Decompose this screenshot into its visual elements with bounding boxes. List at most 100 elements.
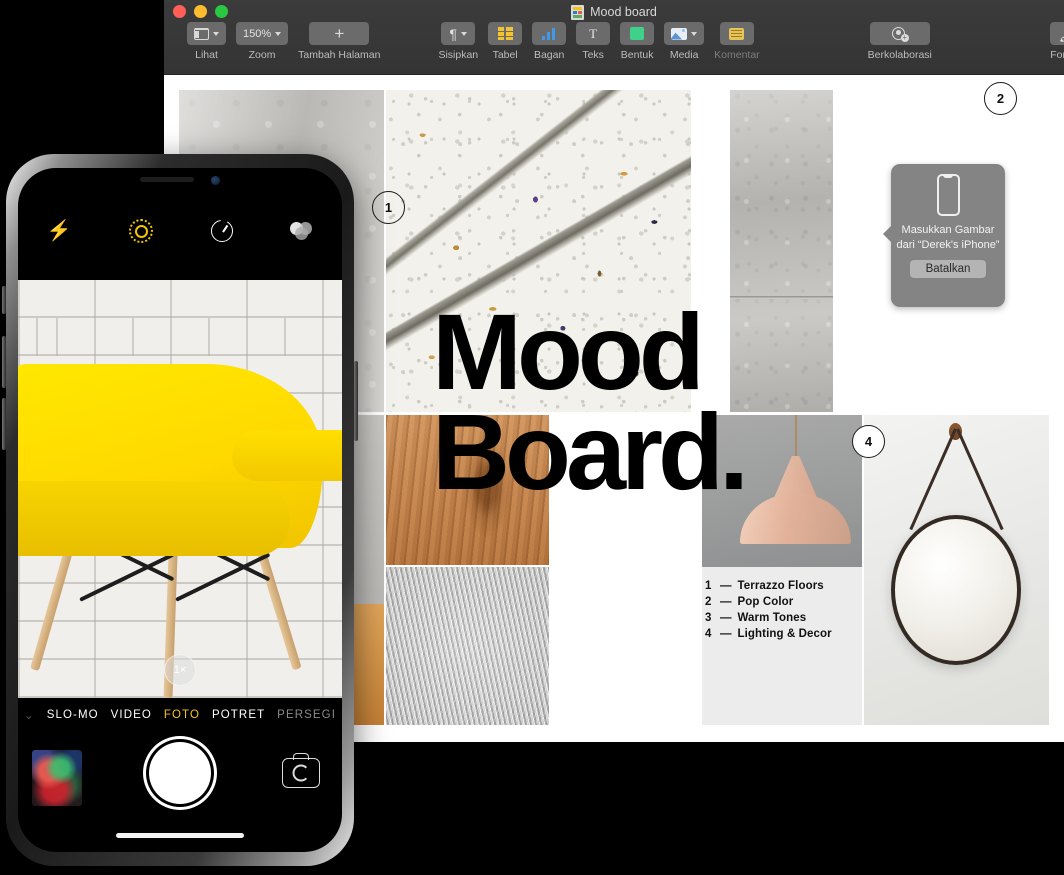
flash-icon[interactable]: ⚡ <box>47 221 72 241</box>
list-item: 4 — Lighting & Decor <box>705 628 865 640</box>
toolbar-item-chart[interactable]: Bagan <box>532 22 567 61</box>
iphone-screen[interactable]: ⚡ 1× ⌄ SLO-MO VIDEO FOTO POTRET PERSEGI <box>18 168 342 852</box>
yellow-chair-arm <box>231 430 342 481</box>
toolbar-item-view[interactable]: Lihat <box>187 22 226 61</box>
toolbar-label-view: Lihat <box>195 49 218 61</box>
chevron-down-icon <box>275 31 282 36</box>
earpiece-speaker <box>140 177 194 182</box>
toolbar-label-text: Teks <box>582 49 604 61</box>
toolbar-item-insert[interactable]: ¶ Sisipkan <box>438 22 478 61</box>
iphone-frame: ⚡ 1× ⌄ SLO-MO VIDEO FOTO POTRET PERSEGI <box>6 154 354 866</box>
legend-label: Lighting & Decor <box>737 628 832 640</box>
text-button[interactable]: T <box>576 22 611 45</box>
shape-button[interactable] <box>620 22 655 45</box>
camera-mode-video[interactable]: VIDEO <box>111 709 152 721</box>
toolbar-item-collaborate[interactable]: + Berkolaborasi <box>868 22 932 61</box>
list-item: 2 — Pop Color <box>705 596 865 608</box>
callout-4[interactable]: 4 <box>852 425 885 458</box>
table-icon <box>497 27 513 40</box>
toolbar-label-table: Tabel <box>492 49 518 61</box>
toolbar-label-zoom: Zoom <box>248 49 276 61</box>
toolbar-item-shape[interactable]: Bentuk <box>620 22 655 61</box>
list-item: 3 — Warm Tones <box>705 612 865 624</box>
toolbar-item-media[interactable]: Media <box>664 22 705 61</box>
lamp-dome <box>740 494 851 545</box>
media-icon <box>671 27 688 40</box>
mood-legend-list: 1 — Terrazzo Floors 2 — Pop Color 3 — Wa… <box>705 580 865 644</box>
photo-roll-thumbnail[interactable] <box>32 750 82 806</box>
filters-icon[interactable] <box>290 222 313 240</box>
toolbar-item-zoom[interactable]: 150% Zoom <box>236 22 289 61</box>
shutter-button[interactable] <box>149 742 211 804</box>
cancel-button[interactable]: Batalkan <box>909 260 987 279</box>
toolbar-label-add-page: Tambah Halaman <box>298 49 381 61</box>
window-titlebar: Mood board Lihat 150% Zoom + Tambah Hala… <box>164 0 1064 75</box>
camera-mode-strip[interactable]: ⌄ SLO-MO VIDEO FOTO POTRET PERSEGI <box>18 702 342 728</box>
toolbar: Lihat 150% Zoom + Tambah Halaman ¶ Sisip… <box>164 22 1064 72</box>
toolbar-item-format[interactable]: 🖌 Format <box>1049 22 1064 61</box>
screen: Mood board Lihat 150% Zoom + Tambah Hala… <box>0 0 1064 875</box>
toolbar-label-chart: Bagan <box>533 49 565 61</box>
wood-grain-tile[interactable] <box>386 415 549 565</box>
flip-camera-icon[interactable] <box>282 753 320 788</box>
toolbar-item-table[interactable]: Tabel <box>488 22 523 61</box>
chart-icon <box>541 27 557 40</box>
side-button[interactable] <box>354 361 358 441</box>
popover-message: Masukkan Gambar dari “Derek's iPhone” <box>896 224 1000 251</box>
comment-button[interactable] <box>719 22 754 45</box>
format-button[interactable]: 🖌 <box>1049 22 1064 45</box>
toolbar-label-media: Media <box>669 49 699 61</box>
camera-zoom-button[interactable]: 1× <box>164 654 196 686</box>
terrazzo-crack-secondary <box>386 90 691 284</box>
camera-mode-potret[interactable]: POTRET <box>212 709 265 721</box>
iphone-icon <box>936 174 960 216</box>
toolbar-item-comment[interactable]: Komentar <box>714 22 760 61</box>
toolbar-label-format: Format <box>1050 49 1064 61</box>
pendant-lamp-tile[interactable] <box>702 415 862 567</box>
live-photo-icon[interactable] <box>129 219 154 243</box>
toolbar-group-left: Lihat 150% Zoom + Tambah Halaman <box>182 22 385 61</box>
view-button[interactable] <box>187 22 226 45</box>
add-page-button[interactable]: + <box>309 22 370 45</box>
callout-1[interactable]: 1 <box>372 191 405 224</box>
insert-from-iphone-popover: Masukkan Gambar dari “Derek's iPhone” Ba… <box>883 164 1005 307</box>
toolbar-item-add-page[interactable]: + Tambah Halaman <box>298 22 380 61</box>
legend-number: 1 <box>705 580 712 592</box>
media-button[interactable] <box>664 22 705 45</box>
home-indicator[interactable] <box>116 833 244 838</box>
toolbar-item-text[interactable]: T Teks <box>576 22 611 61</box>
iphone-device: ⚡ 1× ⌄ SLO-MO VIDEO FOTO POTRET PERSEGI <box>0 146 360 875</box>
insert-button[interactable]: ¶ <box>441 22 476 45</box>
shape-icon <box>630 27 645 40</box>
fur-rug-tile[interactable] <box>386 567 549 725</box>
collaborate-button[interactable]: + <box>869 22 930 45</box>
camera-mode-persegi[interactable]: PERSEGI <box>277 709 336 721</box>
legend-label: Pop Color <box>737 596 794 608</box>
legend-dash: — <box>720 628 732 640</box>
callout-2[interactable]: 2 <box>984 82 1017 115</box>
camera-mode-slo-mo[interactable]: SLO-MO <box>47 709 99 721</box>
chart-button[interactable] <box>532 22 567 45</box>
window-title: Mood board <box>590 5 657 19</box>
legend-label: Terrazzo Floors <box>737 580 824 592</box>
toolbar-group-insert: ¶ Sisipkan Tabel Bagan T Teks Bentuk Med… <box>433 22 764 61</box>
camera-mode-foto[interactable]: FOTO <box>164 709 200 721</box>
lamp-cord <box>794 415 797 461</box>
concrete-wall-tile[interactable] <box>730 90 833 412</box>
legend-dash: — <box>720 580 732 592</box>
table-button[interactable] <box>488 22 523 45</box>
camera-mode-edge-left[interactable]: ⌄ <box>24 708 35 722</box>
legend-dash: — <box>720 612 732 624</box>
zoom-button[interactable]: 150% <box>236 22 289 45</box>
legend-number: 4 <box>705 628 712 640</box>
terrazzo-tile[interactable] <box>386 90 691 412</box>
hanging-mirror-tile[interactable] <box>864 415 1049 725</box>
text-icon: T <box>589 26 598 41</box>
chevron-down-icon <box>461 31 468 36</box>
timer-icon[interactable] <box>210 220 233 242</box>
camera-bottom-bar <box>18 734 342 826</box>
camera-top-controls: ⚡ <box>18 208 342 254</box>
toolbar-label-comment: Komentar <box>714 49 760 61</box>
collaborate-icon: + <box>891 26 909 42</box>
camera-viewfinder[interactable]: 1× <box>18 280 342 698</box>
